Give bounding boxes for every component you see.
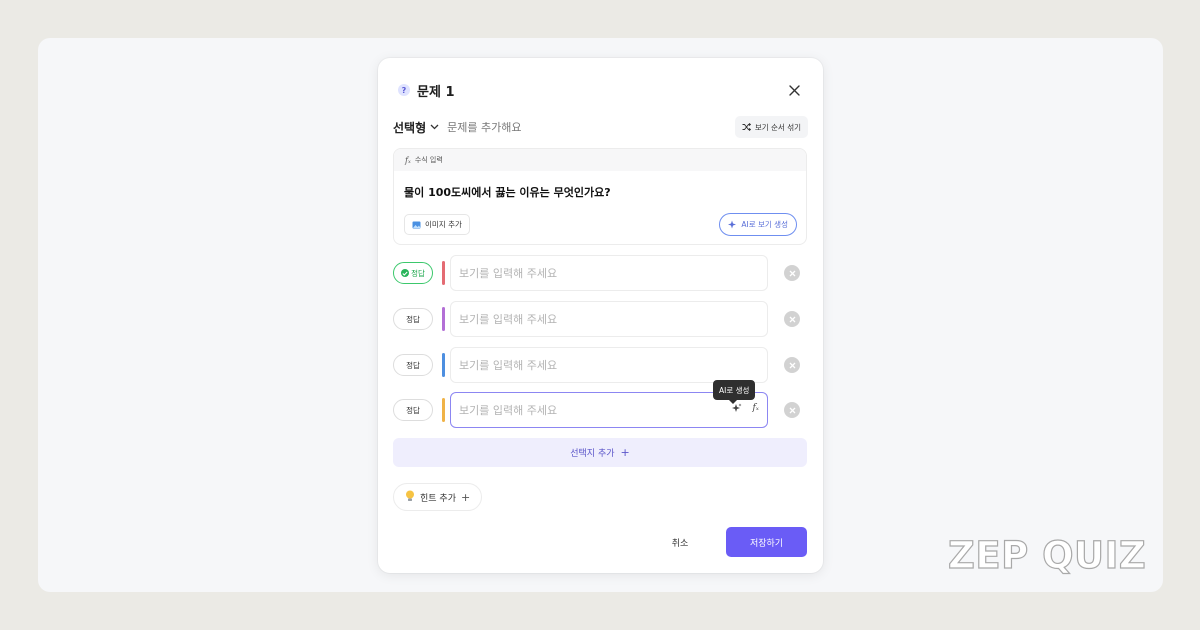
add-image-button[interactable]: 이미지 추가 (404, 214, 470, 235)
ai-generate-label: AI로 보기 생성 (741, 220, 788, 229)
remove-option-button-4[interactable] (784, 402, 800, 418)
ai-generate-tooltip: AI로 생성 (713, 380, 756, 404)
option-row-1: 정답 보기를 입력해 주세요 (393, 255, 807, 291)
shuffle-options-button[interactable]: 보기 순서 섞기 (734, 116, 808, 138)
cancel-button[interactable]: 취소 (654, 528, 706, 557)
add-image-label: 이미지 추가 (425, 220, 462, 229)
option-color-bar (442, 307, 445, 331)
correct-toggle-2[interactable]: 정답 (393, 308, 433, 330)
option-row-2: 정답 보기를 입력해 주세요 (393, 301, 807, 337)
plus-icon: + (620, 446, 630, 459)
remove-option-button-1[interactable] (784, 265, 800, 281)
ai-sparkle-icon[interactable] (732, 403, 742, 413)
question-title-input[interactable]: 문제를 추가해요 (447, 119, 521, 135)
add-choice-label: 선택지 추가 (570, 449, 615, 459)
add-choice-button[interactable]: 선택지 추가 + (393, 438, 807, 467)
formula-label: 수식 입력 (414, 156, 443, 164)
option-input-3[interactable]: 보기를 입력해 주세요 (450, 347, 768, 383)
shuffle-icon (742, 123, 751, 131)
option-row-3: 정답 보기를 입력해 주세요 (393, 347, 807, 383)
shuffle-label: 보기 순서 섞기 (754, 122, 801, 132)
sparkle-icon (728, 220, 737, 229)
plus-icon: + (460, 490, 471, 504)
remove-option-button-3[interactable] (784, 357, 800, 373)
inline-tools: 𝑓ₓ (732, 403, 759, 413)
check-icon (401, 269, 410, 277)
option-input-2[interactable]: 보기를 입력해 주세요 (450, 301, 768, 337)
close-icon (789, 316, 795, 322)
close-icon (789, 270, 795, 276)
correct-toggle-3[interactable]: 정답 (393, 354, 433, 376)
brand-logo: ZEP QUIZ (947, 533, 1147, 577)
question-type-select[interactable]: 선택형 (393, 119, 439, 136)
formula-icon: 𝑓ₓ (405, 155, 411, 165)
close-icon (789, 407, 795, 413)
add-hint-button[interactable]: 힌트 추가 + (393, 483, 483, 511)
add-hint-label: 힌트 추가 (420, 493, 456, 504)
modal-title: 문제 1 (417, 84, 455, 100)
correct-toggle-4[interactable]: 정답 (393, 399, 433, 421)
question-modal: ? 문제 1 선택형 문제를 추가해요 보기 순서 섞기 𝑓ₓ 수식 입력 물이… (378, 58, 823, 573)
chevron-down-icon (430, 124, 439, 130)
question-text[interactable]: 물이 100도씨에서 끓는 이유는 무엇인가요? (404, 184, 611, 200)
option-color-bar (442, 261, 445, 285)
close-icon (789, 362, 795, 368)
ai-generate-options-button[interactable]: AI로 보기 생성 (719, 213, 797, 236)
formula-input-button[interactable]: 𝑓ₓ 수식 입력 (394, 149, 806, 171)
question-type-label: 선택형 (393, 120, 427, 135)
option-placeholder-4: 보기를 입력해 주세요 (459, 404, 558, 417)
close-icon (788, 84, 800, 96)
close-button[interactable] (785, 81, 803, 99)
option-input-1[interactable]: 보기를 입력해 주세요 (450, 255, 768, 291)
image-icon (412, 221, 421, 228)
question-icon: ? (398, 84, 410, 96)
option-color-bar (442, 398, 445, 422)
save-button[interactable]: 저장하기 (726, 527, 807, 557)
correct-toggle-1[interactable]: 정답 (393, 262, 433, 284)
correct-label: 정답 (411, 268, 425, 278)
question-type-row: 선택형 문제를 추가해요 보기 순서 섞기 (393, 116, 808, 138)
formula-icon[interactable]: 𝑓ₓ (752, 403, 759, 413)
option-color-bar (442, 353, 445, 377)
remove-option-button-2[interactable] (784, 311, 800, 327)
lightbulb-icon (405, 490, 415, 505)
question-box: 𝑓ₓ 수식 입력 물이 100도씨에서 끓는 이유는 무엇인가요? 이미지 추가… (393, 148, 807, 245)
modal-header: ? 문제 1 (398, 80, 803, 100)
